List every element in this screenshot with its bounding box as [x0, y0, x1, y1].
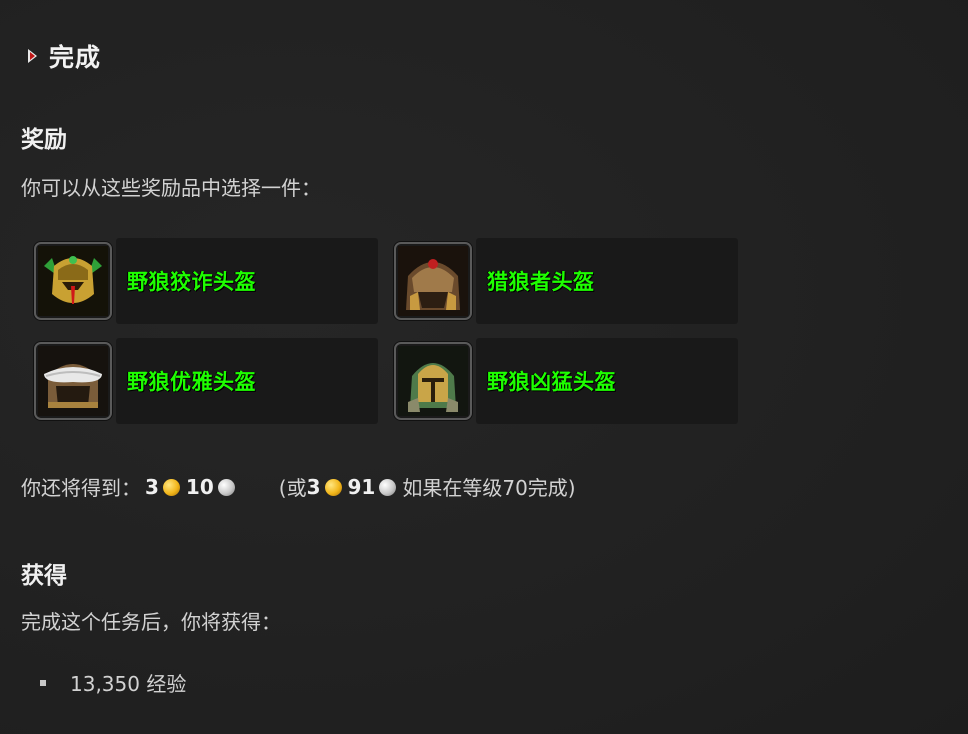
reward-item-3[interactable]: 野狼优雅头盔: [34, 338, 378, 424]
alt-gold-amount: 3: [306, 474, 321, 499]
section-title: 完成: [49, 43, 102, 72]
gold-coin-icon: [324, 479, 342, 496]
reward-item-box[interactable]: 野狼狡诈头盔: [116, 238, 378, 324]
reward-item-box[interactable]: 野狼优雅头盔: [116, 338, 378, 424]
silver-coin-icon: [379, 479, 397, 496]
reward-item-name[interactable]: 野狼狡诈头盔: [127, 266, 256, 296]
expand-arrow-icon[interactable]: [28, 49, 37, 63]
quest-complete-panel: 完成 奖励 你可以从这些奖励品中选择一件： 野狼狡诈头盔 猎狼者头盔 野狼优雅头…: [0, 0, 968, 734]
reward-item-name[interactable]: 猎狼者头盔: [487, 266, 595, 296]
silver-coin-icon: [217, 479, 235, 496]
section-header[interactable]: 完成: [28, 38, 101, 74]
reward-item-1[interactable]: 野狼狡诈头盔: [34, 238, 378, 324]
reward-item-box[interactable]: 猎狼者头盔: [476, 238, 738, 324]
green-plate-helm-icon[interactable]: [394, 342, 472, 420]
reward-item-box[interactable]: 野狼凶猛头盔: [476, 338, 738, 424]
gold-horned-helm-icon[interactable]: [34, 242, 112, 320]
experience-gain: 13,350 经验: [70, 672, 187, 696]
reward-item-name[interactable]: 野狼优雅头盔: [127, 366, 256, 396]
list-item: 13,350 经验: [40, 668, 186, 697]
gains-intro: 完成这个任务后，你将获得：: [21, 610, 281, 634]
reward-item-name[interactable]: 野狼凶猛头盔: [487, 366, 616, 396]
reward-item-2[interactable]: 猎狼者头盔: [394, 238, 738, 324]
reward-item-4[interactable]: 野狼凶猛头盔: [394, 338, 738, 424]
gold-amount: 3: [145, 474, 159, 499]
rewards-heading: 奖励: [21, 127, 67, 153]
rewards-intro: 你可以从这些奖励品中选择一件：: [21, 176, 321, 200]
money-reward-line: 你还将得到： 3 10 (或 3 91 如果在等级70完成): [21, 472, 576, 501]
wolf-hood-helm-icon[interactable]: [394, 242, 472, 320]
gains-heading: 获得: [21, 563, 67, 589]
alt-silver-amount: 91: [347, 474, 376, 499]
silver-amount: 10: [185, 474, 214, 499]
money-label: 你还将得到：: [21, 476, 141, 500]
alt-money-open: (或: [278, 476, 307, 500]
alt-money-suffix: 如果在等级70完成): [402, 476, 576, 500]
bullet-icon: [40, 679, 46, 686]
gold-coin-icon: [162, 479, 180, 496]
fur-trim-helm-icon[interactable]: [34, 342, 112, 420]
